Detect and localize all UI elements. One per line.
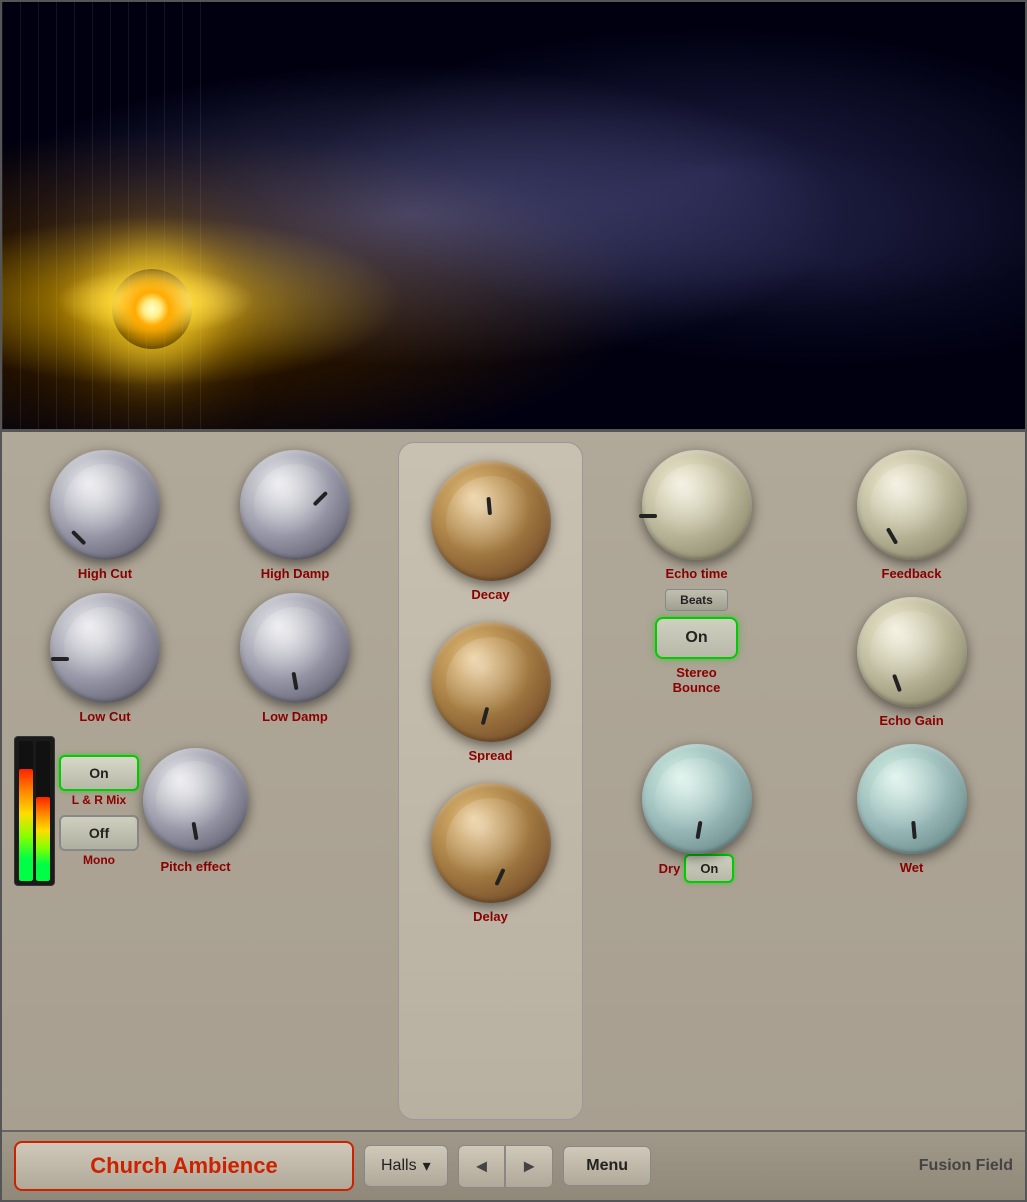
- preset-name-button[interactable]: Church Ambience: [14, 1141, 354, 1191]
- low-damp-cell: Low Damp: [200, 585, 390, 728]
- light-burst: [112, 269, 192, 349]
- delay-label: Delay: [473, 909, 508, 924]
- app-container: High Cut High Damp: [0, 0, 1027, 1202]
- dry-on-button[interactable]: On: [684, 854, 734, 883]
- left-bottom-row: On L & R Mix Off Mono: [10, 732, 390, 890]
- wet-knob[interactable]: [857, 744, 967, 854]
- echo-gain-label: Echo Gain: [879, 713, 943, 728]
- echo-time-label: Echo time: [665, 566, 727, 581]
- dry-cell: Dry On: [591, 736, 802, 887]
- pitch-effect-label: Pitch effect: [160, 859, 230, 874]
- high-damp-knob-inner: [254, 464, 337, 547]
- nav-prev-button[interactable]: ◄: [458, 1145, 506, 1188]
- top-knob-grid: High Cut High Damp: [10, 442, 390, 728]
- wet-indicator: [911, 820, 917, 838]
- vu-fill-left: [19, 769, 33, 881]
- delay-knob[interactable]: [431, 783, 551, 903]
- spread-cell: Spread: [427, 614, 555, 767]
- header-image: [2, 2, 1025, 432]
- category-button[interactable]: Halls ▾: [364, 1145, 448, 1187]
- chevron-down-icon: ▾: [423, 1156, 431, 1176]
- spread-label: Spread: [468, 748, 512, 763]
- high-cut-cell: High Cut: [10, 442, 200, 585]
- echo-gain-knob[interactable]: [857, 597, 967, 707]
- low-cut-knob[interactable]: [50, 593, 160, 703]
- high-damp-cell: High Damp: [200, 442, 390, 585]
- high-cut-knob[interactable]: [50, 450, 160, 560]
- decay-label: Decay: [471, 587, 509, 602]
- echo-gain-knob-inner: [870, 611, 953, 694]
- spread-knob-inner: [446, 637, 536, 727]
- stereo-bounce-group: Beats On StereoBounce: [591, 589, 802, 695]
- wet-cell: Wet: [806, 736, 1017, 887]
- low-cut-knob-inner: [64, 607, 147, 690]
- stars-overlay: [2, 2, 1025, 429]
- controls-area: High Cut High Damp: [2, 432, 1025, 1130]
- low-cut-label: Low Cut: [79, 709, 130, 724]
- feedback-cell: Feedback: [806, 442, 1017, 585]
- lr-mix-group: On L & R Mix: [59, 755, 139, 807]
- feedback-knob-inner: [870, 464, 953, 547]
- echo-time-indicator: [639, 514, 657, 518]
- nav-buttons: ◄ ►: [458, 1145, 554, 1188]
- wet-label: Wet: [900, 860, 924, 875]
- high-cut-label: High Cut: [78, 566, 132, 581]
- pitch-effect-knob[interactable]: [143, 748, 248, 853]
- right-bottom-row: Dry On Wet: [591, 736, 1017, 887]
- delay-cell: Delay: [427, 775, 555, 928]
- low-cut-indicator: [51, 657, 69, 661]
- right-panel: Echo time Feedback Beats On: [591, 442, 1017, 1120]
- low-damp-knob[interactable]: [240, 593, 350, 703]
- lr-mix-label: L & R Mix: [72, 793, 126, 807]
- center-panel: Decay Spread Delay: [398, 442, 583, 1120]
- brand-label: Fusion Field: [919, 1157, 1013, 1175]
- left-panel: High Cut High Damp: [10, 442, 390, 1120]
- decay-knob-inner: [446, 476, 536, 566]
- vu-fill-right: [36, 797, 50, 881]
- echo-time-knob-inner: [655, 464, 738, 547]
- dry-knob[interactable]: [642, 744, 752, 854]
- right-top-row: Echo time Feedback: [591, 442, 1017, 585]
- high-damp-knob[interactable]: [240, 450, 350, 560]
- low-damp-label: Low Damp: [262, 709, 328, 724]
- beats-button[interactable]: Beats: [665, 589, 728, 611]
- vu-meters: [14, 736, 55, 886]
- dry-label: Dry: [659, 861, 681, 876]
- echo-time-knob[interactable]: [642, 450, 752, 560]
- controls-main: High Cut High Damp: [10, 442, 1017, 1120]
- mono-group: Off Mono: [59, 815, 139, 867]
- vu-bar-right: [36, 741, 50, 881]
- high-damp-label: High Damp: [261, 566, 330, 581]
- lr-mono-group: On L & R Mix Off Mono: [59, 755, 139, 867]
- stereo-bounce-label: StereoBounce: [673, 665, 721, 695]
- decay-knob[interactable]: [431, 461, 551, 581]
- dry-row: Dry On: [659, 854, 735, 883]
- vu-bar-left: [19, 741, 33, 881]
- nav-next-button[interactable]: ►: [505, 1145, 553, 1188]
- feedback-label: Feedback: [882, 566, 942, 581]
- right-middle-row: Beats On StereoBounce Echo Gain: [591, 589, 1017, 732]
- mono-label: Mono: [83, 853, 115, 867]
- menu-button[interactable]: Menu: [563, 1146, 651, 1186]
- pitch-effect-cell: Pitch effect: [143, 748, 248, 874]
- low-cut-cell: Low Cut: [10, 585, 200, 728]
- feedback-knob[interactable]: [857, 450, 967, 560]
- category-label: Halls: [381, 1157, 417, 1175]
- echo-gain-cell: Echo Gain: [806, 589, 1017, 732]
- decay-cell: Decay: [427, 453, 555, 606]
- mono-button[interactable]: Off: [59, 815, 139, 851]
- lr-mix-button[interactable]: On: [59, 755, 139, 791]
- echo-time-cell: Echo time: [591, 442, 802, 585]
- footer-bar: Church Ambience Halls ▾ ◄ ► Menu Fusion …: [2, 1130, 1025, 1200]
- stereo-bounce-on-button[interactable]: On: [655, 617, 737, 659]
- spread-knob[interactable]: [431, 622, 551, 742]
- delay-knob-inner: [446, 798, 536, 888]
